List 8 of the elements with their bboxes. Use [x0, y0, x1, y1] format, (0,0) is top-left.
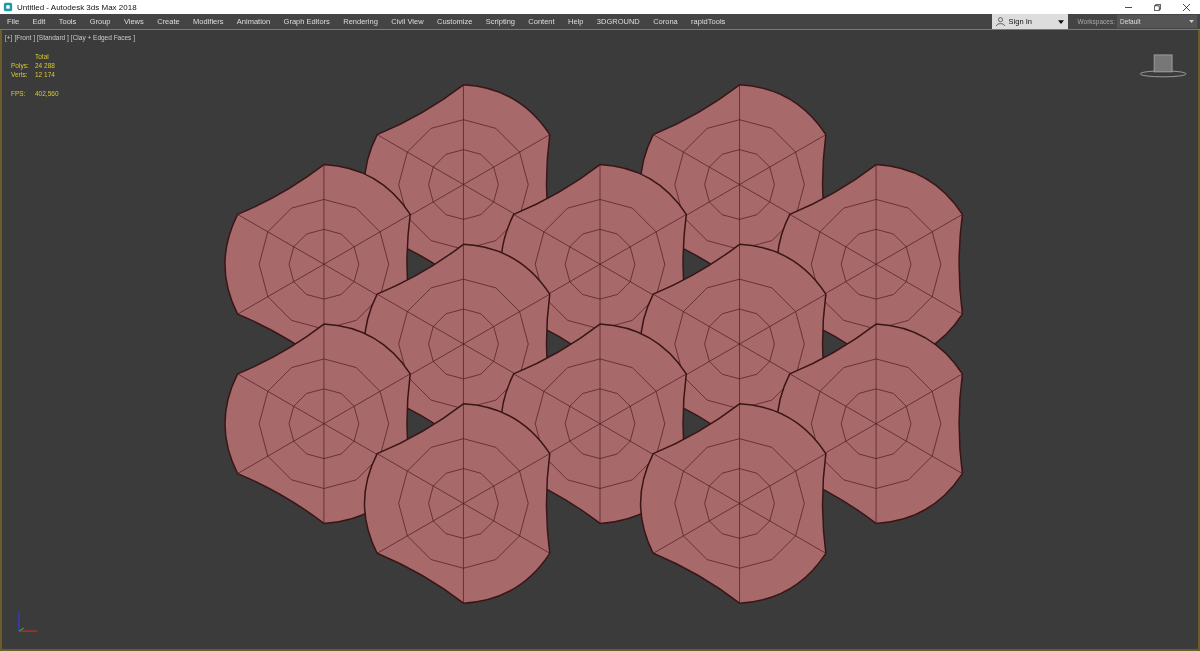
caret-icon [1189, 20, 1194, 23]
window-title: Untitled - Autodesk 3ds Max 2018 [17, 2, 137, 12]
close-icon[interactable] [1183, 3, 1190, 11]
caret-icon [1057, 19, 1064, 24]
axis-tripod-icon [18, 611, 38, 632]
restore-icon[interactable] [1154, 3, 1161, 11]
user-icon [995, 17, 1005, 26]
viewcube-icon[interactable] [1139, 54, 1187, 78]
